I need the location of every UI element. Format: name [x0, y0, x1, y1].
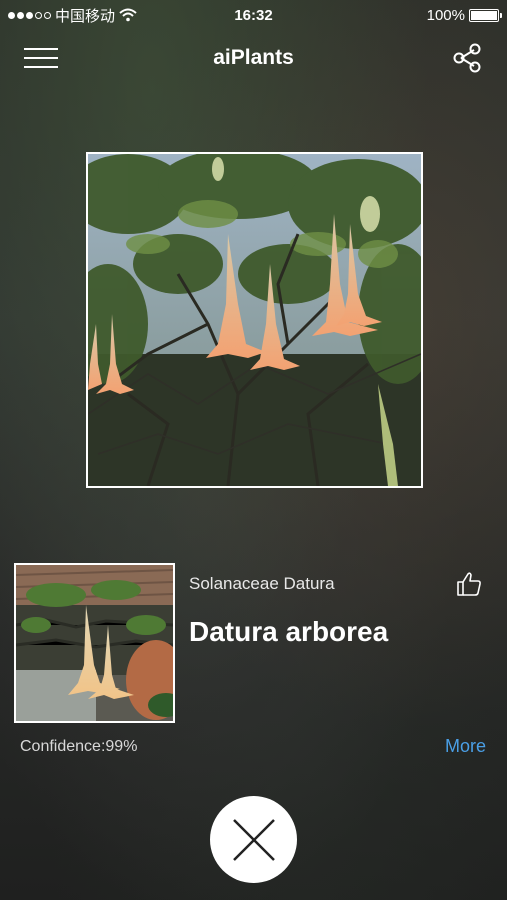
- close-icon: [232, 818, 275, 861]
- share-icon[interactable]: [451, 42, 483, 74]
- confidence-label: Confidence:99%: [20, 738, 138, 755]
- plant-photo-image: [88, 154, 421, 486]
- hamburger-menu-icon[interactable]: [24, 46, 58, 70]
- close-button[interactable]: [210, 796, 297, 883]
- reference-plant-image: [16, 565, 173, 721]
- reference-plant-thumbnail[interactable]: [14, 563, 175, 723]
- captured-plant-photo: [86, 152, 423, 488]
- thumbs-up-icon[interactable]: [455, 570, 483, 598]
- carrier-label: 中国移动: [55, 7, 116, 25]
- wifi-icon: [119, 8, 137, 22]
- battery-percent: 100%: [426, 6, 465, 24]
- plant-species-name: Datura arborea: [189, 616, 389, 647]
- status-left: 中国移动: [8, 5, 137, 26]
- plant-family-label: Solanaceae Datura: [189, 574, 335, 593]
- signal-strength-icon: [8, 11, 51, 19]
- nav-bar: aiPlants: [0, 38, 507, 78]
- more-link[interactable]: More: [445, 736, 486, 757]
- battery-icon: [469, 8, 502, 22]
- battery-fill: [471, 10, 497, 20]
- status-time: 16:32: [234, 6, 273, 24]
- app-title: aiPlants: [213, 46, 294, 69]
- status-right: 100%: [426, 6, 502, 24]
- status-bar: 中国移动 16:32 100%: [0, 0, 507, 30]
